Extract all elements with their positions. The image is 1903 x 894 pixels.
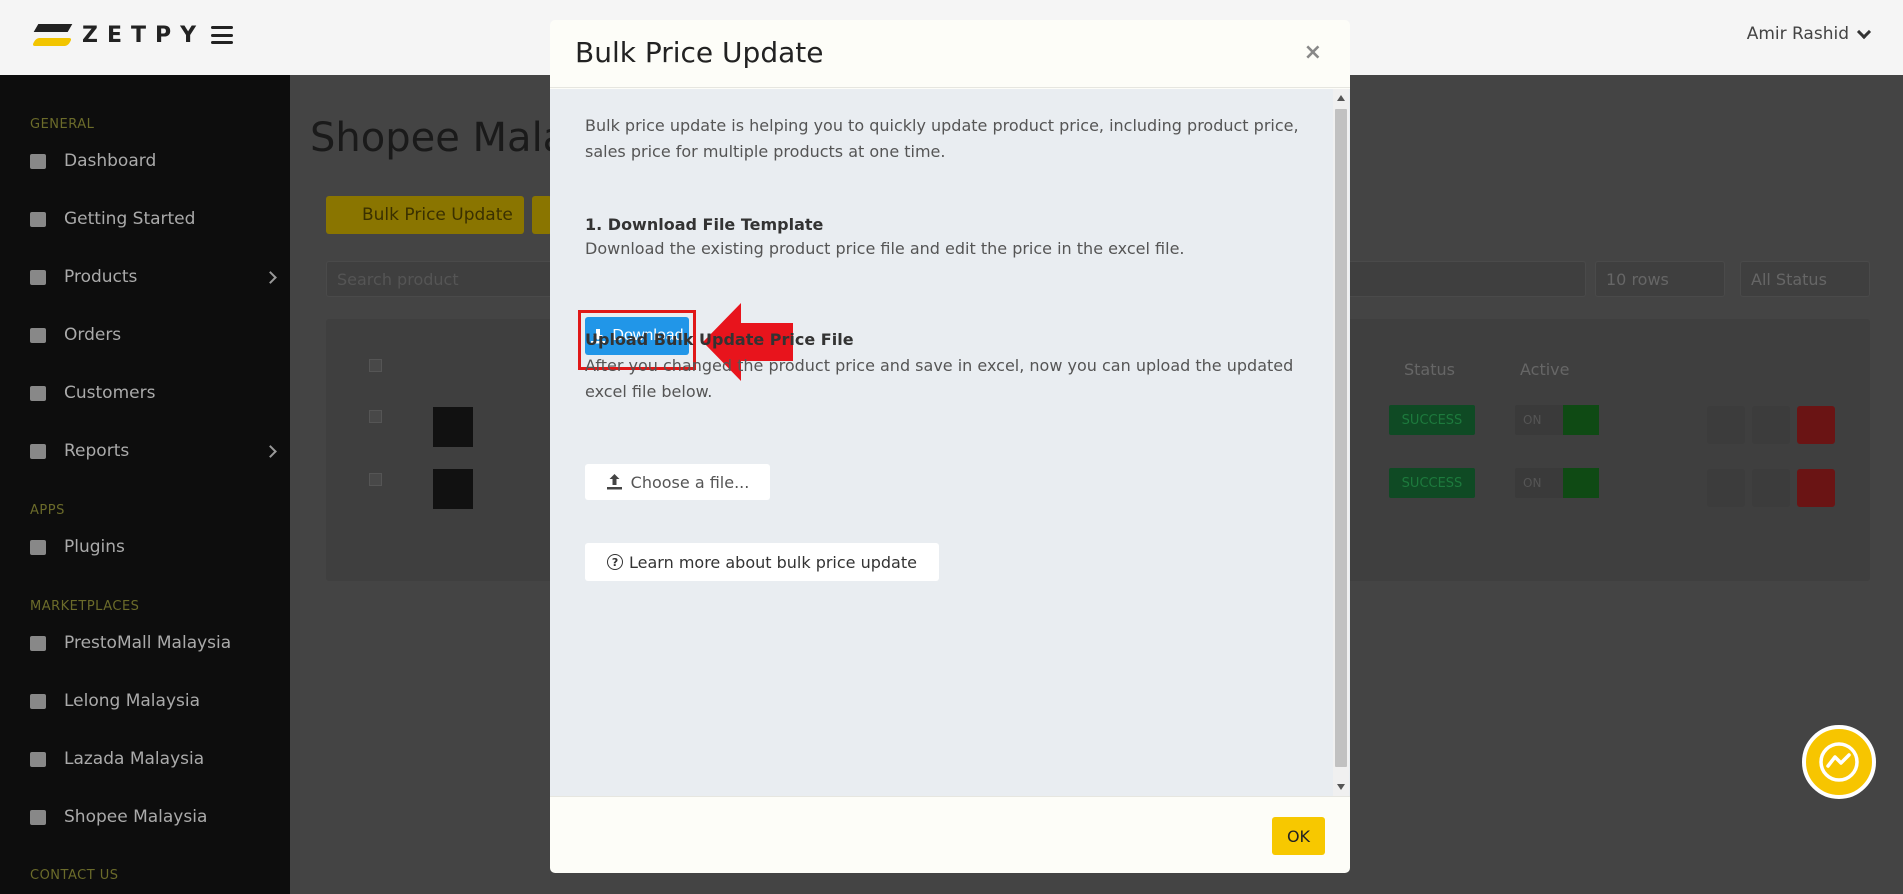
sidebar-item-label: Customers <box>64 383 156 403</box>
chevron-down-icon <box>1856 24 1872 39</box>
row-checkbox[interactable] <box>369 410 382 423</box>
status-badge: SUCCESS <box>1389 405 1475 435</box>
sidebar-section-apps: APPS <box>30 503 65 518</box>
sidebar-item-label: Shopee Malaysia <box>64 807 208 827</box>
sidebar-item-customers[interactable]: Customers <box>30 383 275 403</box>
upload-icon <box>606 474 622 490</box>
ok-button[interactable]: OK <box>1272 817 1325 855</box>
sidebar-item-plugins[interactable]: Plugins <box>30 537 275 557</box>
modal-scrollbar[interactable] <box>1333 89 1349 796</box>
toggle-label: ON <box>1523 413 1542 427</box>
modal-title: Bulk Price Update <box>575 36 824 69</box>
sidebar-section-general: GENERAL <box>30 117 95 132</box>
active-toggle[interactable]: ON <box>1515 405 1599 435</box>
column-header-status: Status <box>1404 360 1455 379</box>
messenger-chat-button[interactable] <box>1802 725 1876 799</box>
sidebar-section-marketplaces: MARKETPLACES <box>30 599 140 614</box>
question-circle-icon: ? <box>607 554 624 570</box>
price-button[interactable] <box>1707 406 1745 444</box>
scroll-up-icon[interactable] <box>1337 95 1345 101</box>
logo-mark <box>31 20 74 50</box>
edit-button[interactable] <box>1752 469 1790 507</box>
learn-more-button[interactable]: ? Learn more about bulk price update <box>585 543 939 581</box>
status-filter-select[interactable]: All Status <box>1740 261 1870 297</box>
toggle-knob <box>1563 405 1599 435</box>
product-thumbnail <box>433 407 473 447</box>
step1-text: Download the existing product price file… <box>585 239 1185 258</box>
sidebar-item-orders[interactable]: Orders <box>30 325 275 345</box>
sidebar-item-lelong[interactable]: Lelong Malaysia <box>30 691 275 711</box>
store-icon <box>30 809 46 825</box>
hamburger-menu-icon[interactable] <box>211 26 234 44</box>
sidebar-section-contact: CONTACT US <box>30 868 119 883</box>
cubes-icon <box>30 269 46 285</box>
sidebar-item-label: Lazada Malaysia <box>64 749 205 769</box>
store-icon <box>30 635 46 651</box>
column-header-active: Active <box>1520 360 1570 379</box>
modal-footer: OK <box>550 796 1350 873</box>
chevron-right-icon <box>264 270 277 284</box>
sidebar-item-label: Products <box>64 267 138 287</box>
toggle-knob <box>1563 468 1599 498</box>
chevron-right-icon <box>264 444 277 458</box>
modal-header: Bulk Price Update × <box>550 20 1350 88</box>
learn-more-label: Learn more about bulk price update <box>629 552 917 572</box>
bulk-price-update-modal: Bulk Price Update × Bulk price update is… <box>550 20 1350 873</box>
page-title: Shopee Mala <box>310 115 568 161</box>
home-icon <box>30 153 46 169</box>
chart-icon <box>30 443 46 459</box>
choose-file-button[interactable]: Choose a file... <box>585 464 770 500</box>
close-icon[interactable]: × <box>1304 40 1322 65</box>
choose-file-label: Choose a file... <box>630 472 750 492</box>
sidebar-item-dashboard[interactable]: Dashboard <box>30 151 275 171</box>
user-menu[interactable]: Amir Rashid <box>1746 24 1872 44</box>
messenger-icon <box>1819 742 1859 782</box>
sidebar-item-label: Getting Started <box>64 209 196 229</box>
step2-title: Upload Bulk Update Price File <box>585 330 854 349</box>
rows-per-page-select[interactable]: 10 rows <box>1595 261 1725 297</box>
step1-title: 1. Download File Template <box>585 215 824 234</box>
product-thumbnail <box>433 469 473 509</box>
plug-icon <box>30 539 46 555</box>
store-icon <box>30 693 46 709</box>
logo-text: ZETPY <box>82 22 206 48</box>
status-badge: SUCCESS <box>1389 468 1475 498</box>
secondary-action-button[interactable] <box>532 196 552 234</box>
sidebar-item-label: Dashboard <box>64 151 157 171</box>
sidebar-item-lazada[interactable]: Lazada Malaysia <box>30 749 275 769</box>
step2-text: After you changed the product price and … <box>585 356 1294 401</box>
sidebar: GENERAL Dashboard Getting Started Produc… <box>0 75 290 894</box>
edit-button[interactable] <box>1752 406 1790 444</box>
modal-body: Bulk price update is helping you to quic… <box>550 89 1350 796</box>
row-checkbox[interactable] <box>369 473 382 486</box>
sidebar-item-label: Plugins <box>64 537 125 557</box>
sidebar-item-shopee[interactable]: Shopee Malaysia <box>30 807 275 827</box>
intro-text: Bulk price update is helping you to quic… <box>585 116 1299 161</box>
delete-button[interactable] <box>1797 469 1835 507</box>
sidebar-item-label: PrestoMall Malaysia <box>64 633 232 653</box>
user-name: Amir Rashid <box>1746 24 1849 44</box>
delete-button[interactable] <box>1797 406 1835 444</box>
sidebar-item-prestomall[interactable]: PrestoMall Malaysia <box>30 633 275 653</box>
scroll-down-icon[interactable] <box>1337 784 1345 790</box>
sidebar-item-label: Orders <box>64 325 122 345</box>
toggle-label: ON <box>1523 476 1542 490</box>
sidebar-item-label: Reports <box>64 441 130 461</box>
select-all-checkbox[interactable] <box>369 359 382 372</box>
sidebar-item-reports[interactable]: Reports <box>30 441 277 461</box>
scrollbar-thumb[interactable] <box>1335 109 1347 767</box>
sidebar-item-products[interactable]: Products <box>30 267 277 287</box>
list-icon <box>30 327 46 343</box>
store-icon <box>30 751 46 767</box>
book-icon <box>30 211 46 227</box>
logo[interactable]: ZETPY <box>31 20 234 50</box>
bulk-price-update-button[interactable]: Bulk Price Update <box>326 196 524 234</box>
sidebar-item-label: Lelong Malaysia <box>64 691 201 711</box>
price-button[interactable] <box>1707 469 1745 507</box>
users-icon <box>30 385 46 401</box>
active-toggle[interactable]: ON <box>1515 468 1599 498</box>
sidebar-item-getting-started[interactable]: Getting Started <box>30 209 275 229</box>
